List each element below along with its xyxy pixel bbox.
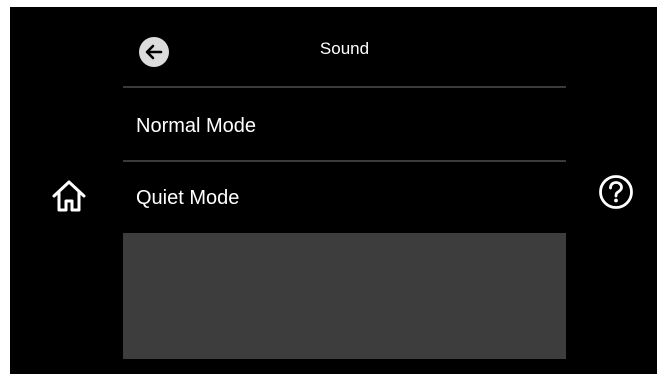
- menu-item-normal-mode[interactable]: Normal Mode: [123, 92, 566, 160]
- printer-screen: Sound Normal Mode Quiet Mode: [10, 7, 657, 374]
- menu-item-label: Quiet Mode: [136, 186, 240, 209]
- header-divider: [123, 86, 566, 88]
- question-mark-icon: [599, 175, 633, 209]
- menu-item-quiet-mode[interactable]: Quiet Mode: [123, 164, 566, 232]
- header: Sound: [123, 27, 566, 85]
- home-icon: [52, 180, 86, 212]
- page-title: Sound: [319, 39, 370, 58]
- empty-panel: [123, 233, 566, 359]
- menu-divider: [123, 160, 566, 162]
- help-button[interactable]: [595, 171, 637, 213]
- home-button[interactable]: [48, 175, 90, 217]
- menu-item-label: Normal Mode: [136, 114, 257, 137]
